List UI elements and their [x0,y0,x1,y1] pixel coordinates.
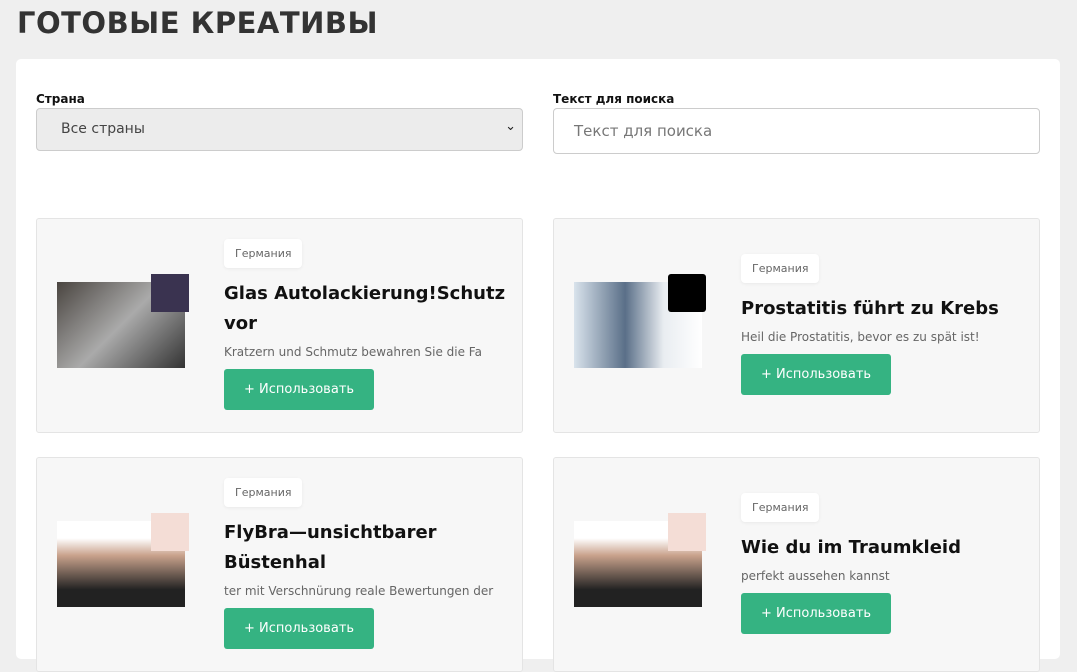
creative-card: Германия FlyBra—unsichtbarer Büstenhal t… [36,457,523,672]
country-badge: Германия [741,493,820,522]
creative-description: Kratzern und Schmutz bewahren Sie die Fa [224,345,482,359]
search-input[interactable]: Текст для поиска [553,108,1040,154]
use-button[interactable]: + Использовать [224,369,375,410]
creative-title: Prostatitis führt zu Krebs [741,298,999,319]
country-badge: Германия [741,254,820,283]
creative-description: ter mit Verschnürung reale Bewertungen d… [224,584,494,598]
page-title: ГОТОВЫЕ КРЕАТИВЫ [17,6,379,40]
country-label: Страна [36,92,85,106]
creative-description: Heil die Prostatitis, bevor es zu spät i… [741,330,980,344]
creative-thumbnail [151,513,189,551]
use-button[interactable]: + Использовать [741,354,892,395]
creative-title: Wie du im Traumkleid [741,537,961,558]
search-label: Текст для поиска [553,92,675,106]
creative-card: Германия Glas Autolackierung!Schutz vor … [36,218,523,433]
creatives-panel: Страна Все страны ⌄ Текст для поиска Текс… [16,59,1060,672]
creative-card: Германия Wie du im Traumkleid perfekt au… [553,457,1040,672]
creative-title: FlyBra—unsichtbarer Büstenhal [224,522,437,573]
chevron-down-icon: ⌄ [505,119,516,134]
creative-title: Glas Autolackierung!Schutz vor [224,283,506,334]
country-select-value: Все страны [61,121,145,137]
creative-description: perfekt aussehen kannst [741,569,890,583]
creative-thumbnail [668,513,706,551]
creative-thumbnail [151,274,189,312]
use-button[interactable]: + Использовать [741,593,892,634]
use-button[interactable]: + Использовать [224,608,375,649]
country-select[interactable]: Все страны ⌄ [36,108,523,151]
country-badge: Германия [224,478,303,507]
country-badge: Германия [224,239,303,268]
creative-card: Германия Prostatitis führt zu Krebs Heil… [553,218,1040,433]
creative-thumbnail [668,274,706,312]
